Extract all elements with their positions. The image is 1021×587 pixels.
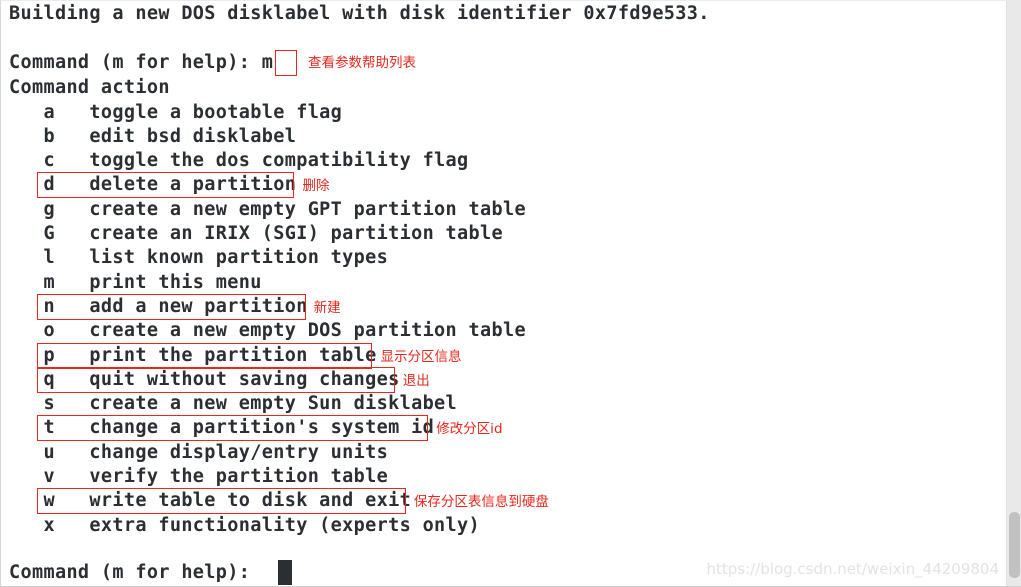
vertical-scrollbar[interactable] [1006,1,1021,586]
command-description-b: edit bsd disklabel [54,125,297,147]
command-description-x: extra functionality (experts only) [54,514,481,536]
command-row-t[interactable]: t change a partition's system id [9,418,434,438]
command-key-b: b [9,125,55,147]
command-key-l: l [9,247,55,269]
command-prompt-label-2: Command (m for help): [9,562,262,583]
command-description-d: delete a partition [54,174,297,196]
annotation-q: 退出 [402,372,430,389]
command-description-u: change display/entry units [54,441,389,463]
command-description-g: create a new empty GPT partition table [54,198,526,220]
command-row-a[interactable]: a toggle a bootable flag [9,101,343,123]
command-key-x: x [9,514,55,536]
command-description-o: create a new empty DOS partition table [54,320,526,342]
command-row-w[interactable]: w write table to disk and exit [9,491,411,511]
command-key-q: q [9,368,55,390]
command-row-b[interactable]: b edit bsd disklabel [9,125,297,147]
command-description-l: list known partition types [54,247,389,269]
command-row-G[interactable]: G create an IRIX (SGI) partition table [9,224,503,244]
command-row-o[interactable]: o create a new empty DOS partition table [9,321,526,341]
command-key-s: s [9,393,55,415]
command-description-t: change a partition's system id [54,417,435,439]
annotation-w: 保存分区表信息到硬盘 [413,494,549,511]
command-row-s[interactable]: s create a new empty Sun disklabel [9,394,457,414]
command-row-v[interactable]: v verify the partition table [9,467,388,487]
command-key-w: w [9,490,55,512]
command-description-v: verify the partition table [54,466,389,487]
command-key-o: o [9,320,55,342]
command-key-v: v [9,466,55,487]
command-row-g[interactable]: g create a new empty GPT partition table [9,198,526,220]
annotation-p: 显示分区信息 [380,348,462,365]
command-description-q: quit without saving changes [54,368,400,390]
command-row-q[interactable]: q quit without saving changes [9,368,400,390]
scrollbar-thumb[interactable] [1009,512,1020,578]
command-row-p[interactable]: p print the partition table [9,344,377,366]
command-description-w: write table to disk and exit [54,490,412,512]
command-key-n: n [9,295,55,317]
command-key-u: u [9,441,55,463]
command-row-m[interactable]: m print this menu [9,271,262,293]
command-key-m: m [9,271,55,293]
command-prompt-line-1: Command (m for help): m [9,53,273,73]
annotation-n: 新建 [313,299,341,316]
watermark-text: https://blog.csdn.net/weixin_44209804 [706,560,999,578]
command-description-n: add a new partition [54,295,308,317]
command-row-l[interactable]: l list known partition types [9,248,388,268]
annotation-t: 修改分区id [436,421,503,438]
command-key-t: t [9,417,55,439]
command-prompt-label-1: Command (m for help): [9,52,262,73]
command-key-g: g [9,198,55,220]
command-key-c: c [9,150,55,172]
command-description-p: print the partition table [54,344,377,366]
disklabel-header-line: Building a new DOS disklabel with disk i… [9,3,710,24]
command-key-G: G [9,223,55,244]
command-key-d: d [9,174,55,196]
command-key-p: p [9,344,55,366]
command-row-d[interactable]: d delete a partition [9,175,296,195]
terminal-window: Building a new DOS disklabel with disk i… [0,0,1021,587]
command-key-a: a [9,101,55,123]
command-description-a: toggle a bootable flag [54,101,343,123]
annotation-prompt-m: 查看参数帮助列表 [308,55,416,71]
command-description-c: toggle the dos compatibility flag [54,150,469,172]
command-row-x[interactable]: x extra functionality (experts only) [9,514,481,536]
annotation-d: 删除 [302,178,330,195]
command-description-G: create an IRIX (SGI) partition table [54,223,503,244]
command-row-u[interactable]: u change display/entry units [9,441,389,463]
command-prompt-value[interactable]: m [262,52,274,73]
command-action-label: Command action [9,77,170,98]
command-prompt-line-2: Command (m for help): [9,563,262,583]
command-row-c[interactable]: c toggle the dos compatibility flag [9,151,469,171]
command-description-m: print this menu [54,271,262,293]
command-description-s: create a new empty Sun disklabel [54,393,458,415]
terminal-output[interactable]: Building a new DOS disklabel with disk i… [1,1,1001,586]
highlight-box-prompt-m [275,50,297,76]
text-cursor [278,560,292,585]
command-row-n[interactable]: n add a new partition [9,295,308,317]
